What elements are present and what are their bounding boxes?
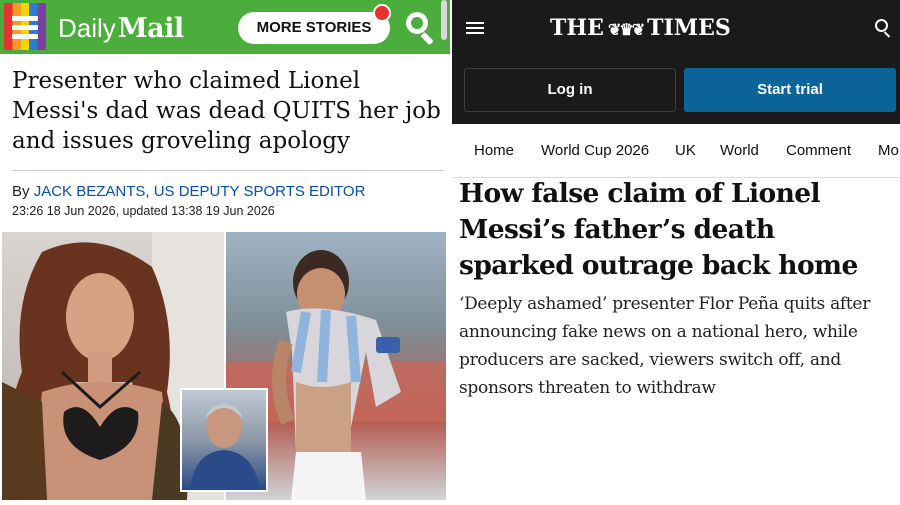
article-standfirst: ‘Deeply ashamed’ presenter Flor Peña qui… [459,294,871,398]
times-screenshot: THE ❦♛❦ TIMES Log in Start trial Home Worl… [452,0,900,505]
nav-item-uk[interactable]: UK [675,124,696,177]
article-dateline: 23:26 18 Jun 2026, updated 13:38 19 Jun … [12,204,275,218]
notification-dot-icon [373,4,391,22]
login-button[interactable]: Log in [464,68,676,112]
logo-the-text: THE [550,15,604,41]
nav-item-home[interactable]: Home [474,124,514,177]
times-logo[interactable]: THE ❦♛❦ TIMES [550,12,830,46]
logo-daily-text: Daily [58,13,116,43]
section-nav: Home World Cup 2026 UK World Comment Mo [452,124,900,178]
nav-item-more[interactable]: Mo [878,124,899,177]
dailymail-logo[interactable]: Daily Mail [58,8,184,48]
article-headline: How false claim of Lionel Messi’s father… [459,178,858,281]
more-stories-button[interactable]: MORE STORIES [238,12,390,44]
crest-icon: ❦♛❦ [607,20,645,39]
dailymail-screenshot: Daily Mail MORE STORIES Presenter who cl… [0,0,450,505]
byline: By JACK BEZANTS, US DEPUTY SPORTS EDITOR [12,183,365,200]
nav-item-comment[interactable]: Comment [786,124,851,177]
logo-mail-text: Mail [117,13,184,44]
search-icon[interactable] [875,19,895,39]
logo-times-text: TIMES [647,15,731,41]
search-icon[interactable] [404,10,438,46]
nav-item-world-cup-2026[interactable]: World Cup 2026 [541,124,649,177]
father-inset-photo[interactable] [180,388,268,492]
byline-prefix: By [12,183,34,200]
author-link[interactable]: JACK BEZANTS, US DEPUTY SPORTS EDITOR [34,183,366,200]
dailymail-header: Daily Mail MORE STORIES [0,0,450,54]
menu-icon[interactable] [466,20,486,36]
start-trial-button[interactable]: Start trial [684,68,896,112]
times-header: THE ❦♛❦ TIMES Log in Start trial [452,0,900,124]
divider [12,170,444,171]
nav-item-world[interactable]: World [720,124,759,177]
scrollbar[interactable] [441,0,447,40]
article-headline: Presenter who claimed Lionel Messi's dad… [12,68,441,154]
father-photo-illustration [190,404,260,490]
menu-icon[interactable] [0,0,50,54]
